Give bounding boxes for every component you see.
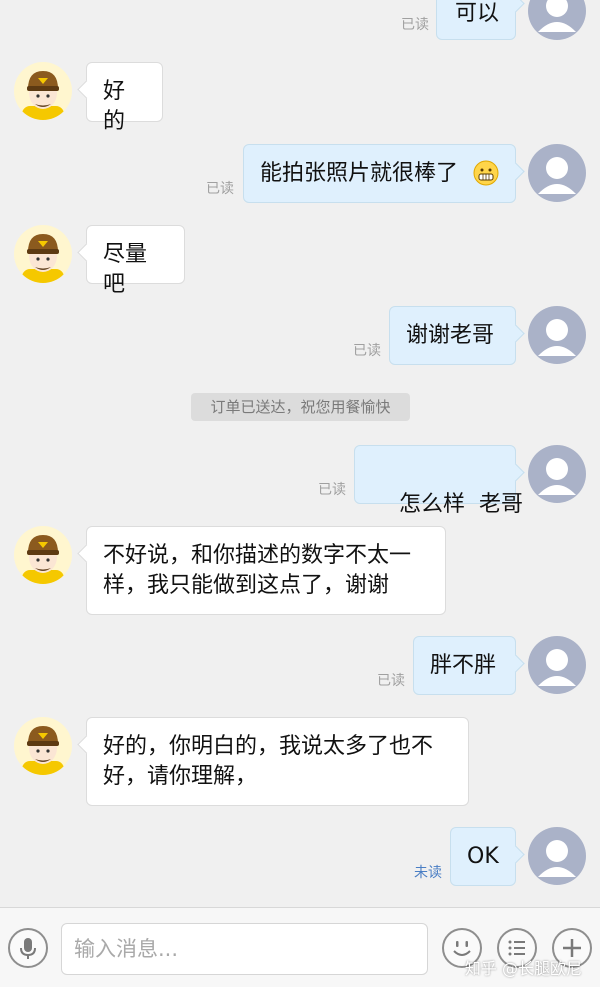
- chat-area[interactable]: 已读 可以 好的 已读 能拍张照片就很棒了 尽量吧 已读 谢谢老哥 订单已送达，…: [0, 0, 600, 907]
- message-text: 好的: [103, 79, 126, 134]
- user-avatar[interactable]: [528, 636, 586, 694]
- message-text-line: 不好说，和你描述的数字不太一: [103, 543, 412, 568]
- message-text: 可以: [455, 1, 500, 26]
- message-text: 怎么样 老哥: [398, 492, 523, 517]
- courier-avatar[interactable]: [14, 526, 72, 584]
- message-text-line: 样，我只能做到这点了，谢谢: [103, 573, 390, 598]
- user-avatar-icon: [538, 157, 576, 194]
- user-avatar-icon: [538, 649, 576, 686]
- message-bubble-out[interactable]: 谢谢老哥: [389, 306, 516, 365]
- courier-avatar-icon: [22, 535, 64, 584]
- message-bubble-in[interactable]: 好的: [86, 62, 163, 134]
- courier-avatar-icon: [22, 234, 64, 283]
- courier-avatar-icon: [22, 726, 64, 775]
- courier-avatar[interactable]: [14, 717, 72, 775]
- user-avatar[interactable]: [528, 306, 586, 364]
- message-text: 谢谢老哥: [406, 323, 495, 348]
- user-avatar-icon: [538, 458, 576, 495]
- courier-avatar[interactable]: [14, 62, 72, 120]
- message-bubble-in[interactable]: 尽量吧: [86, 225, 185, 297]
- message-text: OK: [467, 844, 499, 869]
- message-text: 胖不胖: [430, 653, 497, 678]
- user-avatar-icon: [538, 319, 576, 356]
- user-avatar[interactable]: [528, 827, 586, 885]
- user-avatar[interactable]: [528, 144, 586, 202]
- voice-button[interactable]: [8, 928, 48, 968]
- message-bubble-in[interactable]: 不好说，和你描述的数字不太一 样，我只能做到这点了，谢谢: [86, 526, 446, 615]
- message-text: 能拍张照片就很棒了: [260, 161, 459, 186]
- unread-status: 未读: [414, 865, 442, 881]
- watermark: 知乎 @长腿欧尼: [464, 959, 582, 978]
- delivery-notice: 订单已送达，祝您用餐愉快: [191, 393, 410, 421]
- message-input[interactable]: [61, 923, 428, 975]
- message-bubble-out[interactable]: 可以: [436, 0, 516, 40]
- courier-avatar-icon: [22, 71, 64, 120]
- user-avatar[interactable]: [528, 0, 586, 40]
- read-status: 已读: [401, 17, 429, 33]
- message-text-line: 好，请你理解，: [103, 764, 258, 789]
- grin-emoji-icon: [473, 160, 499, 186]
- message-bubble-out[interactable]: OK: [450, 827, 516, 886]
- message-bubble-in[interactable]: 好的，你明白的，我说太多了也不 好，请你理解，: [86, 717, 469, 806]
- read-status: 已读: [353, 343, 381, 359]
- read-status: 已读: [206, 181, 234, 197]
- message-bubble-out[interactable]: 怎么样 老哥: [354, 445, 523, 517]
- courier-avatar[interactable]: [14, 225, 72, 283]
- user-avatar-icon: [538, 840, 576, 877]
- read-status: 已读: [377, 673, 405, 689]
- message-bubble-out[interactable]: 能拍张照片就很棒了: [243, 144, 516, 203]
- message-text-line: 好的，你明白的，我说太多了也不: [103, 734, 434, 759]
- user-avatar-icon: [538, 0, 576, 32]
- message-bubble-out[interactable]: 胖不胖: [413, 636, 516, 695]
- read-status: 已读: [318, 482, 346, 498]
- message-text: 尽量吧: [103, 242, 148, 297]
- microphone-icon: [20, 938, 36, 959]
- user-avatar[interactable]: [528, 445, 586, 503]
